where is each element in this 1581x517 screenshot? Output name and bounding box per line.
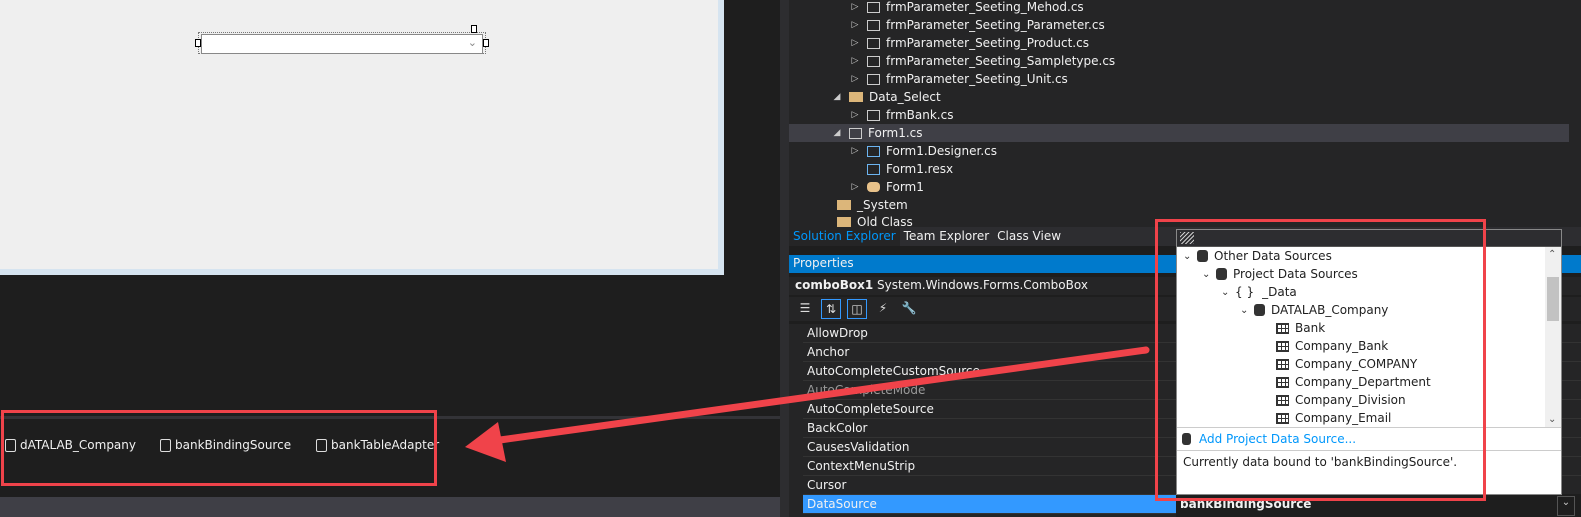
arrow-shaft bbox=[496, 346, 1150, 444]
arrow-head bbox=[465, 422, 506, 462]
annotation-arrow bbox=[465, 346, 1150, 462]
